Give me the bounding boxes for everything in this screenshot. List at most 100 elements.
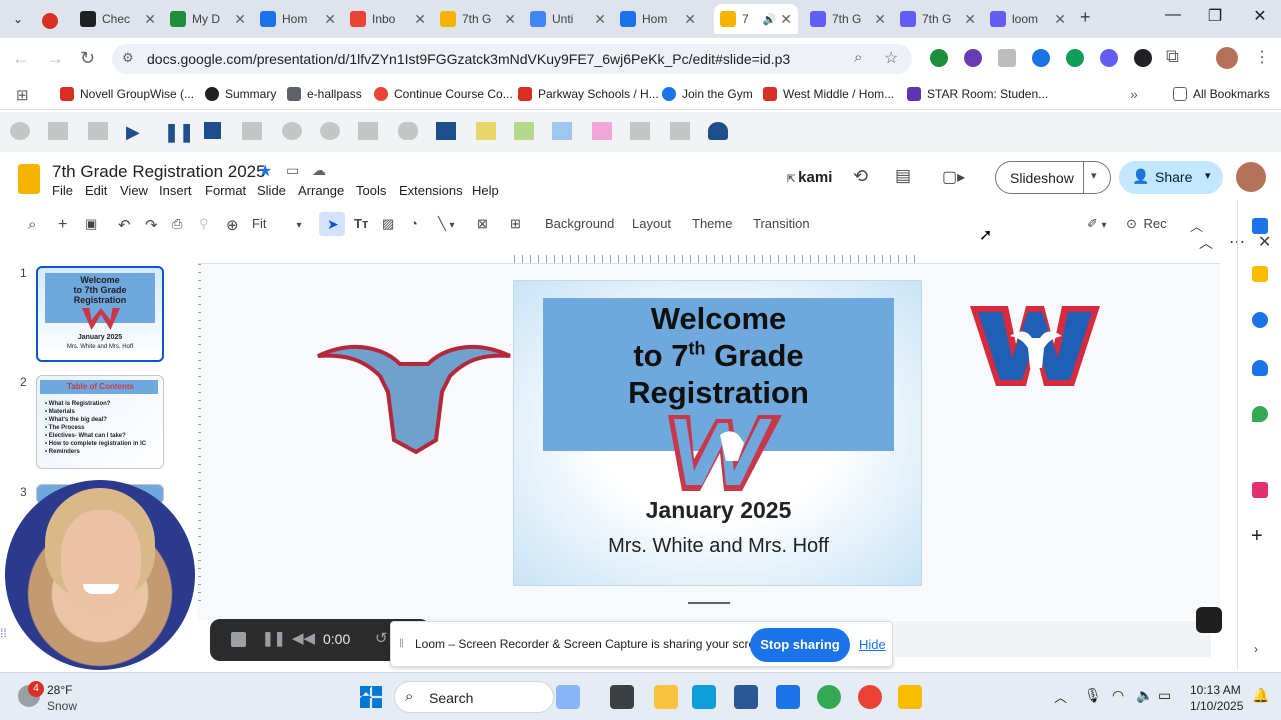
bookmark-item[interactable]: Join the Gym: [662, 87, 753, 101]
insert-icon[interactable]: ⊠: [477, 216, 488, 232]
zoom-icon[interactable]: ⌕: [854, 49, 862, 66]
redo-icon[interactable]: ↷: [145, 216, 158, 234]
current-slide[interactable]: Welcome to 7th Grade Registration Januar…: [513, 280, 922, 586]
hide-menus-icon[interactable]: ︿: [1190, 216, 1203, 235]
transition-button[interactable]: Transition: [753, 216, 810, 231]
browser-tab[interactable]: My D ✕: [164, 4, 252, 34]
drag-dots-icon[interactable]: ⁞⁞: [0, 626, 7, 640]
share-button[interactable]: 👤 Share ▾: [1119, 161, 1223, 194]
store-icon[interactable]: [734, 685, 758, 709]
new-slide-icon[interactable]: +: [58, 216, 67, 234]
insert-image-icon[interactable]: ▨: [382, 216, 394, 232]
eraser-icon[interactable]: [630, 122, 650, 140]
browser-tab[interactable]: 7th G ✕: [804, 4, 892, 34]
stop-recording-icon[interactable]: [231, 632, 246, 647]
app-icon[interactable]: [898, 685, 922, 709]
reload-icon[interactable]: ↻: [80, 48, 95, 69]
clock-time[interactable]: 10:13 AM: [1190, 683, 1241, 697]
browser-tab[interactable]: loom ✕: [984, 4, 1072, 34]
search-menus-icon[interactable]: ⌕: [28, 216, 36, 233]
menu-format[interactable]: Format: [205, 183, 246, 198]
rec-button[interactable]: ⊙ Rec: [1126, 216, 1167, 232]
chrome-icon[interactable]: [858, 685, 882, 709]
add-comment-icon[interactable]: ⊞: [510, 216, 521, 232]
extension-icon[interactable]: [1032, 49, 1050, 67]
close-tab-icon[interactable]: ✕: [1054, 11, 1066, 28]
text-box-icon[interactable]: Tт: [354, 216, 368, 231]
slides-logo-icon[interactable]: [18, 164, 40, 194]
menu-help[interactable]: Help: [472, 183, 499, 198]
bookmark-item[interactable]: Continue Course Co...: [374, 87, 513, 101]
apps-grid-icon[interactable]: ⊞: [16, 86, 29, 104]
menu-edit[interactable]: Edit: [85, 183, 107, 198]
close-tab-icon[interactable]: ✕: [684, 11, 696, 28]
microphone-icon[interactable]: 🎙: [1084, 687, 1102, 704]
background-button[interactable]: Background: [545, 216, 614, 231]
browser-tab[interactable]: 7 🔊 ✕: [714, 4, 798, 34]
select-icon[interactable]: [242, 122, 262, 140]
audio-playing-icon[interactable]: 🔊: [763, 13, 777, 26]
close-tab-icon[interactable]: ✕: [780, 11, 792, 28]
more-bookmarks-icon[interactable]: »: [1130, 86, 1138, 102]
close-tab-icon[interactable]: ✕: [874, 11, 886, 28]
bookmark-item[interactable]: Novell GroupWise (...: [60, 87, 194, 101]
menu-tools[interactable]: Tools: [356, 183, 386, 198]
back-icon[interactable]: ←: [12, 48, 30, 69]
notifications-icon[interactable]: 🔔: [1252, 687, 1269, 704]
new-tab-icon[interactable]: +: [1080, 7, 1091, 28]
drive-extension-icon[interactable]: [1066, 49, 1084, 67]
addon-icon[interactable]: [1252, 482, 1268, 498]
bookmark-item[interactable]: STAR Room: Studen...: [907, 87, 1048, 101]
hide-link[interactable]: Hide: [859, 637, 886, 652]
print-icon[interactable]: ⎙: [172, 216, 182, 232]
zoom-icon[interactable]: ⊕: [226, 216, 239, 234]
pause-icon[interactable]: ❚❚: [262, 630, 285, 647]
image-icon[interactable]: [88, 122, 108, 140]
tool-icon[interactable]: [358, 122, 378, 140]
file-explorer-icon[interactable]: [654, 685, 678, 709]
calendar-icon[interactable]: [1252, 218, 1268, 234]
battery-icon[interactable]: ▭: [1158, 687, 1171, 704]
get-addons-icon[interactable]: +: [1251, 525, 1263, 548]
highlighter-icon[interactable]: [552, 122, 572, 140]
play-icon[interactable]: ▶: [126, 122, 146, 142]
minimize-icon[interactable]: —: [1153, 6, 1193, 24]
book-icon[interactable]: [48, 122, 68, 140]
close-tab-icon[interactable]: ✕: [234, 11, 246, 28]
site-settings-icon[interactable]: ⚙: [122, 50, 134, 66]
url-text[interactable]: docs.google.com/presentation/d/1lfvZYn1I…: [147, 51, 790, 67]
close-tab-icon[interactable]: ✕: [504, 11, 516, 28]
microphone-icon[interactable]: [398, 122, 418, 140]
bookmark-star-icon[interactable]: ☆: [884, 48, 898, 68]
close-tab-icon[interactable]: ✕: [414, 11, 426, 28]
pause-icon[interactable]: ❚❚: [164, 122, 194, 142]
bookmark-item[interactable]: West Middle / Hom...: [763, 87, 894, 101]
paint-format-icon[interactable]: ⚲: [199, 216, 209, 232]
browser-tab[interactable]: Inbo ✕: [344, 4, 432, 34]
kami-extension-icon[interactable]: [964, 49, 982, 67]
stop-icon[interactable]: [204, 122, 221, 139]
browser-tab[interactable]: Hom ✕: [614, 4, 702, 34]
close-window-icon[interactable]: ✕: [1240, 6, 1280, 26]
menu-file[interactable]: File: [52, 183, 73, 198]
bookmark-item[interactable]: Summary: [205, 87, 276, 101]
task-view-icon[interactable]: [610, 685, 634, 709]
bookmark-item[interactable]: Parkway Schools / H...: [518, 87, 659, 101]
stop-sharing-button[interactable]: Stop sharing: [750, 628, 850, 662]
longhorn-image[interactable]: [316, 342, 512, 454]
expand-panel-icon[interactable]: ›: [1254, 642, 1258, 656]
speaker-notes-area[interactable]: [893, 621, 1211, 657]
highlighter-icon[interactable]: [514, 122, 534, 140]
highlighter-icon[interactable]: [592, 122, 612, 140]
browser-tab[interactable]: Unti ✕: [524, 4, 612, 34]
extension-icon[interactable]: [998, 49, 1016, 67]
star-icon[interactable]: ★: [258, 161, 272, 181]
browser-tab[interactable]: Hom ✕: [254, 4, 342, 34]
bookmark-item[interactable]: e-hallpass: [287, 87, 362, 101]
layout-picker-icon[interactable]: ▣: [85, 216, 97, 232]
slide-thumbnail-2[interactable]: Table of Contents • What is Registration…: [36, 375, 164, 469]
extension-icon[interactable]: [930, 49, 948, 67]
edge-icon[interactable]: [692, 685, 716, 709]
save-icon[interactable]: [708, 122, 728, 140]
webcam-bubble[interactable]: [5, 480, 195, 670]
